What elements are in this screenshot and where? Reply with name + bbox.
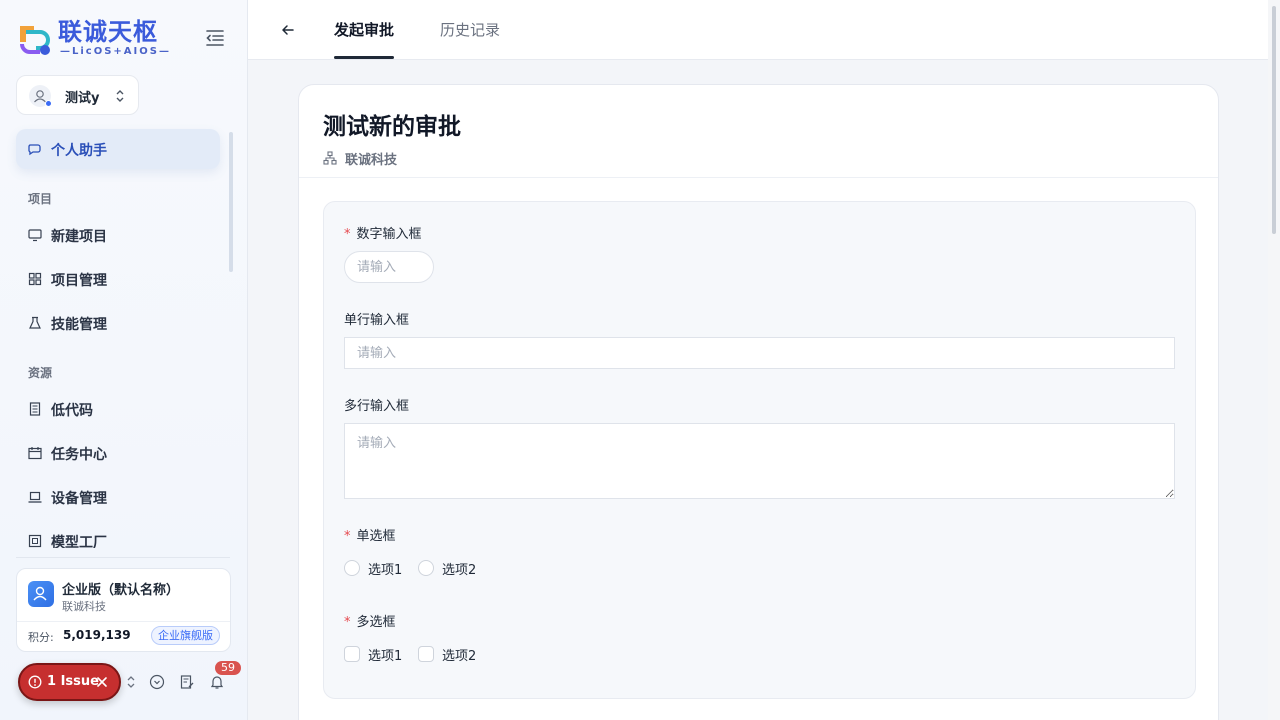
sidebar-item-low-code[interactable]: 低代码 xyxy=(16,391,220,427)
sidebar-item-label: 技能管理 xyxy=(51,317,107,333)
checkbox[interactable] xyxy=(418,646,434,662)
org-user-icon xyxy=(33,586,47,601)
sidebar-item-label: 项目管理 xyxy=(51,273,107,289)
radio-option-label: 选项2 xyxy=(442,563,477,578)
required-asterisk: * xyxy=(344,615,351,630)
close-icon[interactable] xyxy=(96,676,108,688)
points-label: 积分: xyxy=(28,631,54,644)
sidebar-item-project-management[interactable]: 项目管理 xyxy=(16,261,220,297)
alert-circle-icon xyxy=(28,675,42,689)
form-title: 测试新的审批 xyxy=(323,114,461,140)
calendar-icon xyxy=(28,447,42,460)
org-card[interactable]: 企业版（默认名称） 联诚科技 积分: 5,019,139 企业旗舰版 xyxy=(16,568,231,652)
field-label-multi-line: 多行输入框 xyxy=(344,399,410,414)
sidebar-item-label: 个人助手 xyxy=(51,143,107,159)
single-line-input[interactable] xyxy=(344,337,1175,369)
sidebar-item-skill-management[interactable]: 技能管理 xyxy=(16,305,220,341)
field-label-radio: * 单选框 xyxy=(344,529,396,544)
sidebar-scroll-fade xyxy=(0,548,247,560)
org-avatar xyxy=(28,581,54,607)
brand-title: 联诚天枢 xyxy=(58,18,158,46)
chat-icon xyxy=(28,144,41,156)
field-label-number: * 数字输入框 xyxy=(344,227,422,242)
sidebar-divider xyxy=(16,557,230,558)
top-bar: 发起审批 历史记录 xyxy=(248,0,1268,60)
sort-caret-icon xyxy=(116,90,124,102)
flask-icon xyxy=(29,316,41,329)
sidebar-item-device-management[interactable]: 设备管理 xyxy=(16,479,220,515)
notification-count-badge: 59 xyxy=(215,661,241,675)
plan-badge: 企业旗舰版 xyxy=(151,626,220,645)
number-input[interactable] xyxy=(344,251,434,283)
approval-form-panel: 测试新的审批 联诚科技 *数字输入框 单行输入框 多行输入框 *单选框 选项1 … xyxy=(298,84,1219,720)
grid-icon xyxy=(28,272,42,286)
online-status-dot xyxy=(45,100,52,107)
required-asterisk: * xyxy=(344,529,351,544)
page-scrollbar[interactable] xyxy=(1268,0,1280,720)
factory-icon xyxy=(28,534,42,548)
field-label-single-line: 单行输入框 xyxy=(344,313,410,328)
sidebar-item-label: 新建项目 xyxy=(51,229,107,245)
user-selector[interactable]: 测试y xyxy=(16,75,139,115)
required-asterisk: * xyxy=(344,227,351,242)
org-card-divider xyxy=(17,621,230,622)
bell-icon[interactable] xyxy=(209,674,225,690)
expand-collapse-icon[interactable] xyxy=(123,674,139,690)
logo-mark-icon xyxy=(20,26,50,55)
page-scrollbar-thumb[interactable] xyxy=(1272,6,1276,234)
user-avatar xyxy=(29,85,52,107)
user-name: 测试y xyxy=(65,91,100,106)
org-company: 联诚科技 xyxy=(62,600,106,613)
issue-indicator-button[interactable]: 1 Issue xyxy=(18,663,121,701)
sidebar-item-personal-assistant[interactable]: 个人助手 xyxy=(16,129,220,169)
radio-option-2[interactable]: 选项2 xyxy=(418,559,488,578)
org-name: 企业版（默认名称） xyxy=(62,583,180,598)
laptop-icon xyxy=(28,491,42,503)
sidebar-item-label: 设备管理 xyxy=(51,491,107,507)
back-arrow-icon[interactable] xyxy=(280,22,296,38)
collapse-sidebar-icon[interactable] xyxy=(204,28,226,48)
clipboard-edit-icon[interactable] xyxy=(179,674,195,690)
sidebar-item-new-project[interactable]: 新建项目 xyxy=(16,217,220,253)
form-org: 联诚科技 xyxy=(345,153,398,168)
document-icon xyxy=(29,402,41,416)
sidebar-item-task-center[interactable]: 任务中心 xyxy=(16,435,220,471)
brand-subtitle: —LicOS+AIOS— xyxy=(60,46,171,57)
points-value: 5,019,139 xyxy=(63,628,131,642)
active-tab-indicator xyxy=(334,56,394,59)
radio-button[interactable] xyxy=(344,560,360,576)
checkbox-option-label: 选项1 xyxy=(368,649,403,664)
chevron-down-circle-icon[interactable] xyxy=(149,674,165,690)
checkbox-option-label: 选项2 xyxy=(442,649,477,664)
form-fields-box: *数字输入框 单行输入框 多行输入框 *单选框 选项1 选项2 *多选框 选项1… xyxy=(323,201,1196,699)
sidebar-item-label: 低代码 xyxy=(51,403,93,419)
radio-option-label: 选项1 xyxy=(368,563,403,578)
radio-button[interactable] xyxy=(418,560,434,576)
multi-line-textarea[interactable] xyxy=(344,423,1175,499)
sidebar-item-label: 任务中心 xyxy=(51,447,107,463)
checkbox-option-1[interactable]: 选项1 xyxy=(344,645,414,664)
issue-label: 1 Issue xyxy=(47,674,99,689)
sidebar: 联诚天枢 —LicOS+AIOS— 测试y 个人助手 项目 新建项目 项目管理 … xyxy=(0,0,248,720)
section-title-resources: 资源 xyxy=(28,366,53,380)
radio-option-1[interactable]: 选项1 xyxy=(344,559,414,578)
brand-logo[interactable]: 联诚天枢 —LicOS+AIOS— xyxy=(16,18,176,58)
panel-divider xyxy=(299,177,1218,178)
tab-history[interactable]: 历史记录 xyxy=(440,19,500,40)
checkbox[interactable] xyxy=(344,646,360,662)
org-structure-icon xyxy=(323,151,337,165)
tab-initiate-approval[interactable]: 发起审批 xyxy=(334,19,394,40)
field-label-checkbox: * 多选框 xyxy=(344,615,396,630)
monitor-icon xyxy=(28,229,42,242)
checkbox-option-2[interactable]: 选项2 xyxy=(418,645,488,664)
section-title-projects: 项目 xyxy=(28,192,53,206)
sidebar-scrollbar[interactable] xyxy=(229,132,233,272)
